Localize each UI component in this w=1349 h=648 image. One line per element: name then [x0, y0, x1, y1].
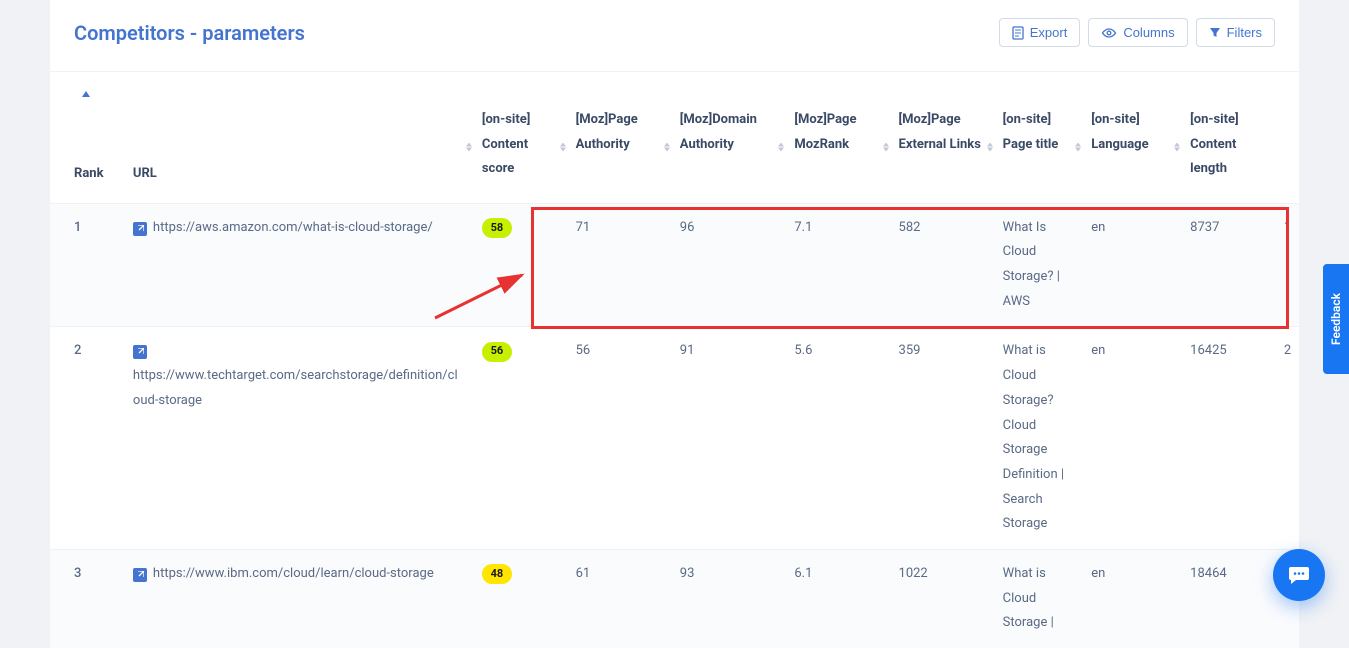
url-link[interactable]: https://aws.amazon.com/what-is-cloud-sto…	[153, 220, 433, 235]
filter-icon	[1209, 27, 1221, 39]
table-body: 1 https://aws.amazon.com/what-is-cloud-st…	[50, 203, 1299, 648]
col-mozrank-label: [Moz]Page MozRank	[794, 112, 856, 152]
cell-page-title: What Is Cloud Storage? | AWS	[993, 203, 1082, 327]
cell-domain-authority: 91	[670, 327, 785, 550]
col-page-authority[interactable]: [Moz]Page Authority	[566, 92, 670, 203]
cell-overflow: 1	[1274, 203, 1299, 327]
cell-domain-authority: 96	[670, 203, 785, 327]
col-language-label: [on-site] Language	[1091, 112, 1148, 152]
col-content-score[interactable]: [on-site] Content score	[472, 92, 566, 203]
cell-content-length: 16425	[1180, 327, 1274, 550]
score-badge: 56	[482, 342, 512, 362]
cell-page-authority: 56	[566, 327, 670, 550]
header: Competitors - parameters Export Columns …	[50, 0, 1299, 72]
score-badge: 58	[482, 218, 512, 238]
col-rank-label: Rank	[74, 166, 104, 181]
feedback-label: Feedback	[1329, 293, 1343, 345]
export-button[interactable]: Export	[999, 18, 1081, 47]
columns-button[interactable]: Columns	[1088, 18, 1187, 47]
cell-url: https://www.techtarget.com/searchstorage…	[123, 327, 472, 550]
sort-icon[interactable]	[664, 143, 670, 152]
col-domain-authority-label: [Moz]Domain Authority	[680, 112, 757, 152]
cell-domain-authority: 93	[670, 549, 785, 648]
cell-ext-links: 582	[889, 203, 993, 327]
columns-label: Columns	[1123, 25, 1174, 40]
col-url-label: URL	[133, 166, 157, 181]
cell-overflow: 2	[1274, 327, 1299, 550]
table-row[interactable]: 1 https://aws.amazon.com/what-is-cloud-st…	[50, 203, 1299, 327]
cell-content-score: 58	[472, 203, 566, 327]
external-link-icon[interactable]	[133, 222, 147, 236]
sort-icon[interactable]	[1075, 143, 1081, 152]
cell-url: https://www.ibm.com/cloud/learn/cloud-st…	[123, 549, 472, 648]
page-title: Competitors - parameters	[74, 21, 305, 45]
col-content-score-label: [on-site] Content score	[482, 112, 530, 176]
chat-fab[interactable]	[1273, 549, 1325, 601]
cell-content-length: 18464	[1180, 549, 1274, 648]
col-page-title[interactable]: [on-site] Page title	[993, 92, 1082, 203]
feedback-tab[interactable]: Feedback	[1323, 264, 1349, 374]
sort-icon[interactable]	[883, 143, 889, 152]
col-rank[interactable]: Rank	[50, 92, 123, 203]
header-buttons: Export Columns Filters	[999, 18, 1275, 47]
eye-icon	[1101, 28, 1117, 38]
cell-page-title: What is Cloud Storage |	[993, 549, 1082, 648]
col-content-length-label: [on-site] Content length	[1190, 112, 1238, 176]
cell-rank: 3	[50, 549, 123, 648]
filters-button[interactable]: Filters	[1196, 18, 1275, 47]
filters-label: Filters	[1227, 25, 1262, 40]
chat-icon	[1287, 563, 1311, 587]
sort-icon[interactable]	[778, 143, 784, 152]
cell-page-authority: 71	[566, 203, 670, 327]
sort-icon[interactable]	[1174, 143, 1180, 152]
competitors-table: Rank URL [on-site] Content score	[50, 92, 1299, 648]
col-content-length[interactable]: [on-site] Content length	[1180, 92, 1274, 203]
table-head: Rank URL [on-site] Content score	[50, 92, 1299, 203]
cell-language: en	[1081, 549, 1180, 648]
col-overflow	[1274, 92, 1299, 203]
cell-content-length: 8737	[1180, 203, 1274, 327]
cell-mozrank: 7.1	[784, 203, 888, 327]
col-language[interactable]: [on-site] Language	[1081, 92, 1180, 203]
cell-language: en	[1081, 327, 1180, 550]
sort-asc-icon	[82, 82, 90, 107]
col-page-authority-label: [Moz]Page Authority	[576, 112, 638, 152]
col-ext-links-label: [Moz]Page External Links	[899, 112, 981, 152]
cell-page-title: What is Cloud Storage? Cloud Storage Def…	[993, 327, 1082, 550]
sort-icon[interactable]	[560, 143, 566, 152]
table-row[interactable]: 3 https://www.ibm.com/cloud/learn/cloud-s…	[50, 549, 1299, 648]
cell-mozrank: 6.1	[784, 549, 888, 648]
table-wrap: Rank URL [on-site] Content score	[50, 72, 1299, 648]
url-link[interactable]: https://www.techtarget.com/searchstorage…	[133, 368, 458, 408]
sort-icon[interactable]	[466, 143, 472, 152]
col-domain-authority[interactable]: [Moz]Domain Authority	[670, 92, 785, 203]
cell-url: https://aws.amazon.com/what-is-cloud-sto…	[123, 203, 472, 327]
external-link-icon[interactable]	[133, 345, 147, 359]
cell-language: en	[1081, 203, 1180, 327]
url-link[interactable]: https://www.ibm.com/cloud/learn/cloud-st…	[153, 566, 434, 581]
file-icon	[1012, 26, 1024, 40]
table-row[interactable]: 2https://www.techtarget.com/searchstorag…	[50, 327, 1299, 550]
col-url[interactable]: URL	[123, 92, 472, 203]
col-ext-links[interactable]: [Moz]Page External Links	[889, 92, 993, 203]
cell-rank: 1	[50, 203, 123, 327]
sort-icon[interactable]	[987, 143, 993, 152]
col-page-title-label: [on-site] Page title	[1003, 112, 1059, 152]
cell-content-score: 48	[472, 549, 566, 648]
cell-mozrank: 5.6	[784, 327, 888, 550]
score-badge: 48	[482, 564, 512, 584]
cell-ext-links: 359	[889, 327, 993, 550]
main-container: Competitors - parameters Export Columns …	[50, 0, 1299, 625]
cell-content-score: 56	[472, 327, 566, 550]
export-label: Export	[1030, 25, 1068, 40]
cell-page-authority: 61	[566, 549, 670, 648]
cell-rank: 2	[50, 327, 123, 550]
col-mozrank[interactable]: [Moz]Page MozRank	[784, 92, 888, 203]
external-link-icon[interactable]	[133, 568, 147, 582]
cell-ext-links: 1022	[889, 549, 993, 648]
